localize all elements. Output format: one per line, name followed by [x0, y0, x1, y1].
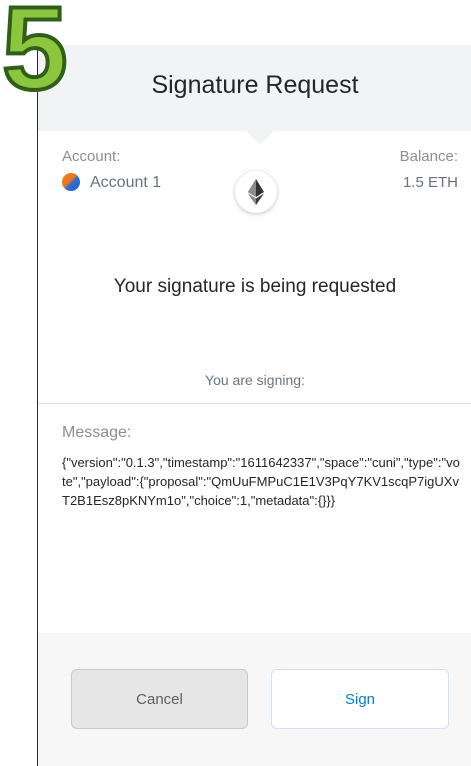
- header-bar: Signature Request: [38, 45, 471, 131]
- step-number: 5: [0, 0, 70, 115]
- message-body: {"version":"0.1.3","timestamp":"16116423…: [62, 455, 460, 508]
- message-label: Message:: [62, 424, 132, 441]
- action-footer: Cancel Sign: [38, 633, 471, 766]
- signing-label: You are signing:: [205, 372, 305, 388]
- cancel-button[interactable]: Cancel: [71, 669, 248, 729]
- balance-label: Balance:: [399, 148, 458, 165]
- message-box[interactable]: Message: {"version":"0.1.3","timestamp":…: [38, 403, 471, 635]
- account-label: Account:: [62, 148, 121, 165]
- request-text: Your signature is being requested: [113, 276, 397, 297]
- balance-value: 1.5 ETH: [402, 174, 458, 191]
- signature-request-dialog: Signature Request Account: Balance: Acco…: [37, 45, 471, 766]
- sign-button[interactable]: Sign: [271, 669, 449, 729]
- account-name: Account 1: [90, 174, 162, 191]
- page-title: Signature Request: [151, 71, 359, 99]
- account-avatar: [62, 173, 80, 191]
- ethereum-icon: [235, 171, 277, 213]
